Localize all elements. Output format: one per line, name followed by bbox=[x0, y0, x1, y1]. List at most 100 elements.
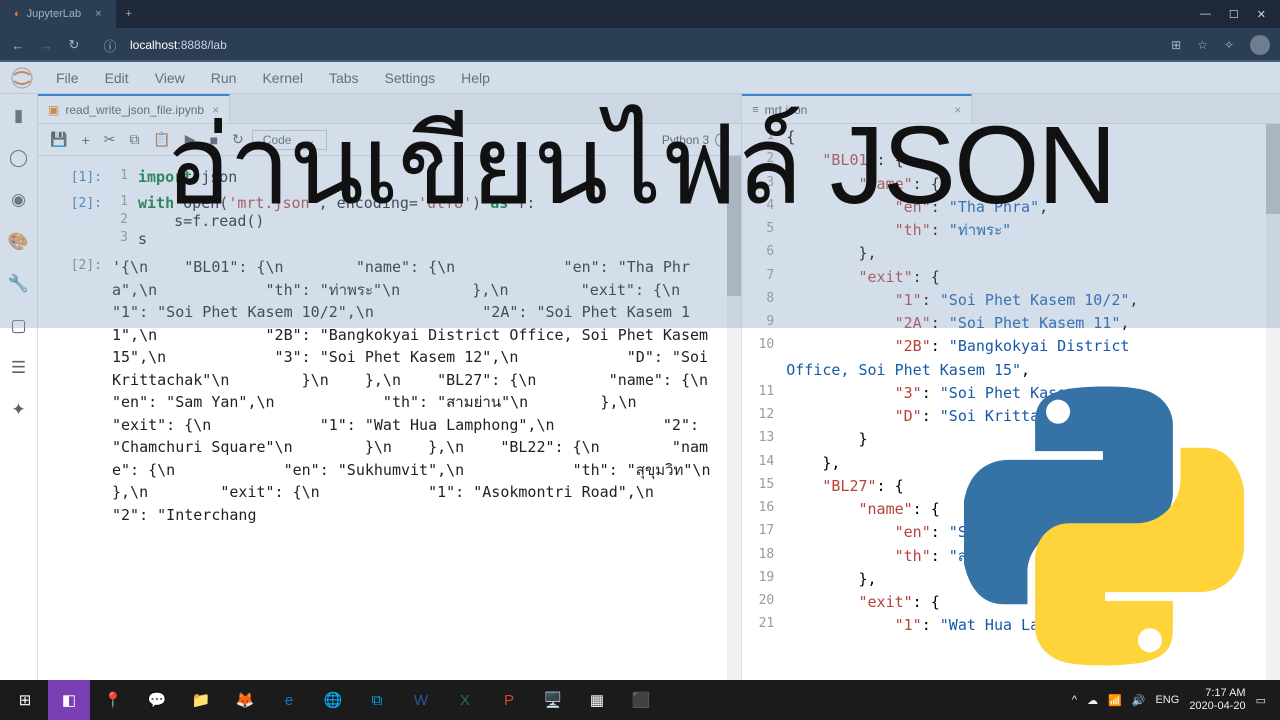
new-tab-button[interactable]: + bbox=[116, 8, 142, 20]
cell-output: [2]: '{\n "BL01": {\n "name": {\n "en": … bbox=[38, 252, 741, 530]
notebook-tab[interactable]: ▣ read_write_json_file.ipynb × bbox=[38, 94, 230, 123]
notebook-pane: ▣ read_write_json_file.ipynb × 💾 + ✂ ⧉ 📋… bbox=[38, 94, 742, 680]
notebook-icon: ▣ bbox=[48, 103, 59, 117]
json-pane: ≡ mrt.json × 1{2 "BL01": {3 "name": {4 "… bbox=[742, 94, 1280, 680]
json-line: 10 "2B": "Bangkokyai District bbox=[742, 335, 1280, 358]
browser-tab[interactable]: ◐ JupyterLab × bbox=[0, 0, 116, 28]
taskbar-app[interactable]: ▦ bbox=[576, 680, 618, 720]
taskbar-app[interactable]: ⬛ bbox=[620, 680, 662, 720]
taskbar-app[interactable]: 💬 bbox=[136, 680, 178, 720]
menu-kernel[interactable]: Kernel bbox=[250, 64, 314, 92]
left-sidebar: ▮ ◯ ◉ 🎨 🔧 ▢ ☰ ✦ bbox=[0, 94, 38, 680]
taskbar-app[interactable]: 🌐 bbox=[312, 680, 354, 720]
tray-volume-icon[interactable]: 🔊 bbox=[1132, 694, 1146, 707]
favorites-icon[interactable]: ✧ bbox=[1224, 38, 1234, 52]
star-icon[interactable]: ☆ bbox=[1197, 38, 1208, 52]
forward-icon[interactable]: → bbox=[38, 38, 54, 53]
tray-wifi-icon[interactable]: 📶 bbox=[1108, 694, 1122, 707]
close-icon[interactable]: × bbox=[212, 103, 219, 117]
notebook-body[interactable]: [1]: 1import json [2]: 1with open('mrt.j… bbox=[38, 156, 741, 680]
taskbar-app[interactable]: e bbox=[268, 680, 310, 720]
address-bar: ← → ↻ ⓘ localhost:8888/lab ⊞ ☆ ✧ bbox=[0, 28, 1280, 62]
jupyter-menubar: FileEditViewRunKernelTabsSettingsHelp bbox=[0, 62, 1280, 94]
tray-cloud-icon[interactable]: ☁ bbox=[1087, 694, 1098, 707]
info-icon[interactable]: ⓘ bbox=[102, 36, 118, 55]
json-line: 11 "3": "Soi Phet Kasem 12", bbox=[742, 382, 1280, 405]
taskbar-app[interactable]: 📁 bbox=[180, 680, 222, 720]
json-line: 14 }, bbox=[742, 452, 1280, 475]
close-button[interactable]: ✕ bbox=[1257, 8, 1266, 21]
save-icon[interactable]: 💾 bbox=[44, 128, 73, 151]
cell-type-select[interactable]: Code⌄ bbox=[252, 130, 327, 150]
stop-icon[interactable]: ■ bbox=[204, 129, 224, 151]
cut-icon[interactable]: ✂ bbox=[98, 128, 122, 151]
menu-tabs[interactable]: Tabs bbox=[317, 64, 371, 92]
menu-settings[interactable]: Settings bbox=[373, 64, 448, 92]
kernel-name[interactable]: Python 3 bbox=[662, 133, 709, 147]
kernel-status-icon[interactable] bbox=[715, 133, 729, 147]
tabs-icon[interactable]: ▢ bbox=[10, 316, 26, 336]
run-icon[interactable]: ▶ bbox=[179, 128, 202, 151]
paste-icon[interactable]: 📋 bbox=[147, 128, 176, 151]
taskbar-app[interactable]: 📍 bbox=[92, 680, 134, 720]
copy-icon[interactable]: ⧉ bbox=[123, 128, 145, 151]
menu-view[interactable]: View bbox=[143, 64, 197, 92]
folder-icon[interactable]: ▮ bbox=[14, 106, 23, 126]
tray-lang[interactable]: ENG bbox=[1155, 694, 1179, 706]
json-line: 9 "2A": "Soi Phet Kasem 11", bbox=[742, 312, 1280, 335]
restart-icon[interactable]: ↻ bbox=[226, 128, 250, 151]
json-editor[interactable]: 1{2 "BL01": {3 "name": {4 "en": "Tha Phr… bbox=[742, 124, 1280, 680]
output-text: '{\n "BL01": {\n "name": {\n "en": "Tha … bbox=[112, 256, 729, 526]
json-line: 3 "name": { bbox=[742, 173, 1280, 196]
extension-icon[interactable]: ✦ bbox=[11, 400, 25, 420]
jupyter-logo-icon bbox=[10, 66, 34, 90]
avatar[interactable] bbox=[1250, 35, 1270, 55]
toc-icon[interactable]: ☰ bbox=[11, 358, 26, 378]
minimize-button[interactable]: — bbox=[1200, 8, 1211, 21]
json-filename: mrt.json bbox=[765, 103, 808, 117]
add-cell-icon[interactable]: + bbox=[75, 129, 95, 151]
taskbar-app[interactable]: 🦊 bbox=[224, 680, 266, 720]
menu-run[interactable]: Run bbox=[199, 64, 249, 92]
code-cell[interactable]: [1]: 1import json bbox=[38, 164, 741, 190]
reader-icon[interactable]: ⊞ bbox=[1171, 38, 1181, 52]
taskbar-app[interactable]: P bbox=[488, 680, 530, 720]
start-button[interactable]: ⊞ bbox=[4, 680, 46, 720]
taskbar-app[interactable]: W bbox=[400, 680, 442, 720]
scrollbar[interactable] bbox=[1266, 124, 1280, 680]
menu-help[interactable]: Help bbox=[449, 64, 502, 92]
code-cell[interactable]: [2]: 1with open('mrt.json', encoding='ut… bbox=[38, 190, 741, 252]
menu-edit[interactable]: Edit bbox=[93, 64, 141, 92]
json-line: 17 "en": "Sam Yan", bbox=[742, 521, 1280, 544]
json-line: 7 "exit": { bbox=[742, 266, 1280, 289]
tray-chevron-icon[interactable]: ^ bbox=[1072, 694, 1077, 706]
maximize-button[interactable]: ☐ bbox=[1229, 8, 1239, 21]
chevron-down-icon: ⌄ bbox=[305, 133, 315, 147]
file-icon: ≡ bbox=[752, 104, 758, 116]
refresh-icon[interactable]: ↻ bbox=[66, 37, 82, 53]
json-line: Office, Soi Phet Kasem 15", bbox=[742, 359, 1280, 382]
github-icon[interactable]: ◯ bbox=[9, 148, 28, 168]
back-icon[interactable]: ← bbox=[10, 38, 26, 53]
taskbar-app[interactable]: ⧉ bbox=[356, 680, 398, 720]
url-text[interactable]: localhost:8888/lab bbox=[130, 38, 227, 52]
json-tab[interactable]: ≡ mrt.json × bbox=[742, 94, 972, 123]
browser-tab-title: JupyterLab bbox=[27, 8, 81, 20]
taskbar-app[interactable]: ◧ bbox=[48, 680, 90, 720]
taskbar-app[interactable]: 🖥️ bbox=[532, 680, 574, 720]
json-line: 13 } bbox=[742, 428, 1280, 451]
wrench-icon[interactable]: 🔧 bbox=[8, 274, 29, 294]
close-icon[interactable]: × bbox=[954, 103, 961, 117]
close-icon[interactable]: × bbox=[95, 8, 101, 20]
notebook-toolbar: 💾 + ✂ ⧉ 📋 ▶ ■ ↻ Code⌄ Python 3 bbox=[38, 124, 741, 156]
running-icon[interactable]: ◉ bbox=[11, 190, 26, 210]
scrollbar[interactable] bbox=[727, 156, 741, 680]
json-line: 1{ bbox=[742, 126, 1280, 149]
taskbar-app[interactable]: X bbox=[444, 680, 486, 720]
jupyter-favicon: ◐ bbox=[14, 8, 21, 20]
tray-notification-icon[interactable]: ▭ bbox=[1256, 694, 1266, 707]
palette-icon[interactable]: 🎨 bbox=[8, 232, 29, 252]
tray-clock[interactable]: 7:17 AM 2020-04-20 bbox=[1189, 687, 1245, 713]
menu-file[interactable]: File bbox=[44, 64, 91, 92]
windows-taskbar: ⊞ ◧ 📍 💬 📁 🦊 e 🌐 ⧉ W X P 🖥️ ▦ ⬛ ^ ☁ 📶 🔊 E… bbox=[0, 680, 1280, 720]
